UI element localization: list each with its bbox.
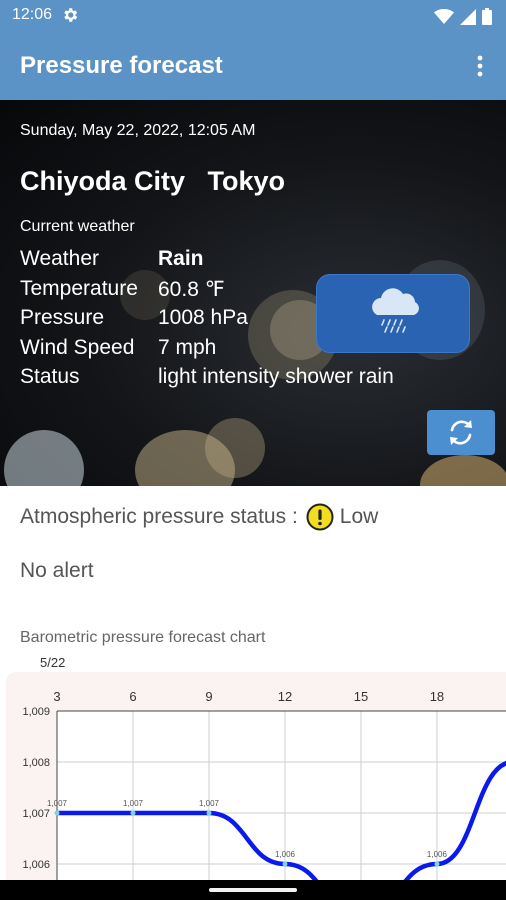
city-name: Chiyoda City Tokyo: [20, 166, 286, 196]
data-label: 1,006: [275, 850, 296, 859]
data-label: 1,007: [199, 799, 220, 808]
app-bar: Pressure forecast: [0, 32, 506, 100]
data-point: [206, 810, 212, 816]
temperature-label: Temperature: [20, 277, 138, 300]
data-point: [282, 861, 288, 867]
data-label: 1,006: [427, 850, 448, 859]
signal-icon: [460, 8, 476, 25]
wind-speed-row: Wind Speed 7 mph: [20, 336, 216, 360]
data-point: [54, 810, 60, 816]
app-screen: 12:06 Pressure forecast Sunday, May 22, …: [0, 0, 506, 900]
current-weather-panel: Sunday, May 22, 2022, 12:05 AM Chiyoda C…: [0, 100, 506, 486]
refresh-icon: [450, 420, 472, 445]
wind-speed-value: 7 mph: [158, 336, 217, 359]
x-tick-label: 6: [129, 689, 136, 704]
data-point: [434, 861, 440, 867]
status-label: Status: [20, 365, 80, 388]
x-tick-label: 9: [205, 689, 212, 704]
weather-row: Weather Rain: [20, 247, 204, 271]
app-title: Pressure forecast: [20, 52, 223, 79]
more-vert-icon[interactable]: [468, 50, 492, 82]
status-time: 12:06: [12, 6, 53, 23]
data-label: 1,007: [47, 799, 68, 808]
rain-cloud-icon: [372, 288, 419, 333]
warning-icon: [306, 503, 334, 531]
weather-value: Rain: [158, 247, 204, 270]
pressure-value: 1008 hPa: [158, 306, 248, 329]
wind-speed-label: Wind Speed: [20, 336, 135, 359]
y-tick-label: 1,006: [22, 859, 50, 871]
gear-icon: [64, 8, 78, 22]
datetime: Sunday, May 22, 2022, 12:05 AM: [20, 122, 256, 139]
battery-icon: [482, 8, 492, 25]
wifi-icon: [434, 8, 454, 24]
x-tick-label: 15: [354, 689, 368, 704]
pressure-status: Atmospheric pressure status : Low: [20, 503, 378, 531]
status-bar: 12:06: [0, 0, 506, 32]
pressure-chart: 3 6 9 12 15 181,0091,0081,0071,0061,007 1,007 1…: [22, 689, 506, 880]
y-tick-label: 1,009: [22, 706, 50, 718]
y-tick-label: 1,008: [22, 757, 50, 769]
data-point: [130, 810, 136, 816]
weather-label: Weather: [20, 247, 99, 270]
x-tick-label: 3: [53, 689, 60, 704]
chart-date: 5/22: [40, 655, 66, 670]
pressure-status-value: Low: [339, 505, 379, 528]
current-weather-label: Current weather: [20, 218, 135, 235]
temperature-value: 60.8 ℉: [158, 278, 225, 301]
data-label: 1,007: [123, 799, 144, 808]
weather-icon-tile: [316, 274, 470, 353]
status-value: light intensity shower rain: [158, 365, 394, 388]
status-icons: [434, 8, 492, 25]
alert-message: No alert: [20, 559, 94, 582]
x-tick-label: 18: [430, 689, 444, 704]
refresh-button[interactable]: [427, 410, 495, 455]
temperature-row: Temperature 60.8 ℉: [20, 277, 225, 302]
chart-caption: Barometric pressure forecast chart: [20, 629, 266, 646]
status-row: Status light intensity shower rain: [20, 365, 394, 389]
pressure-row: Pressure 1008 hPa: [20, 306, 248, 330]
y-tick-label: 1,007: [22, 808, 50, 820]
home-handle[interactable]: [209, 888, 297, 892]
pressure-status-label: Atmospheric pressure status :: [20, 505, 298, 528]
x-tick-label: 12: [278, 689, 292, 704]
pressure-label: Pressure: [20, 306, 105, 329]
